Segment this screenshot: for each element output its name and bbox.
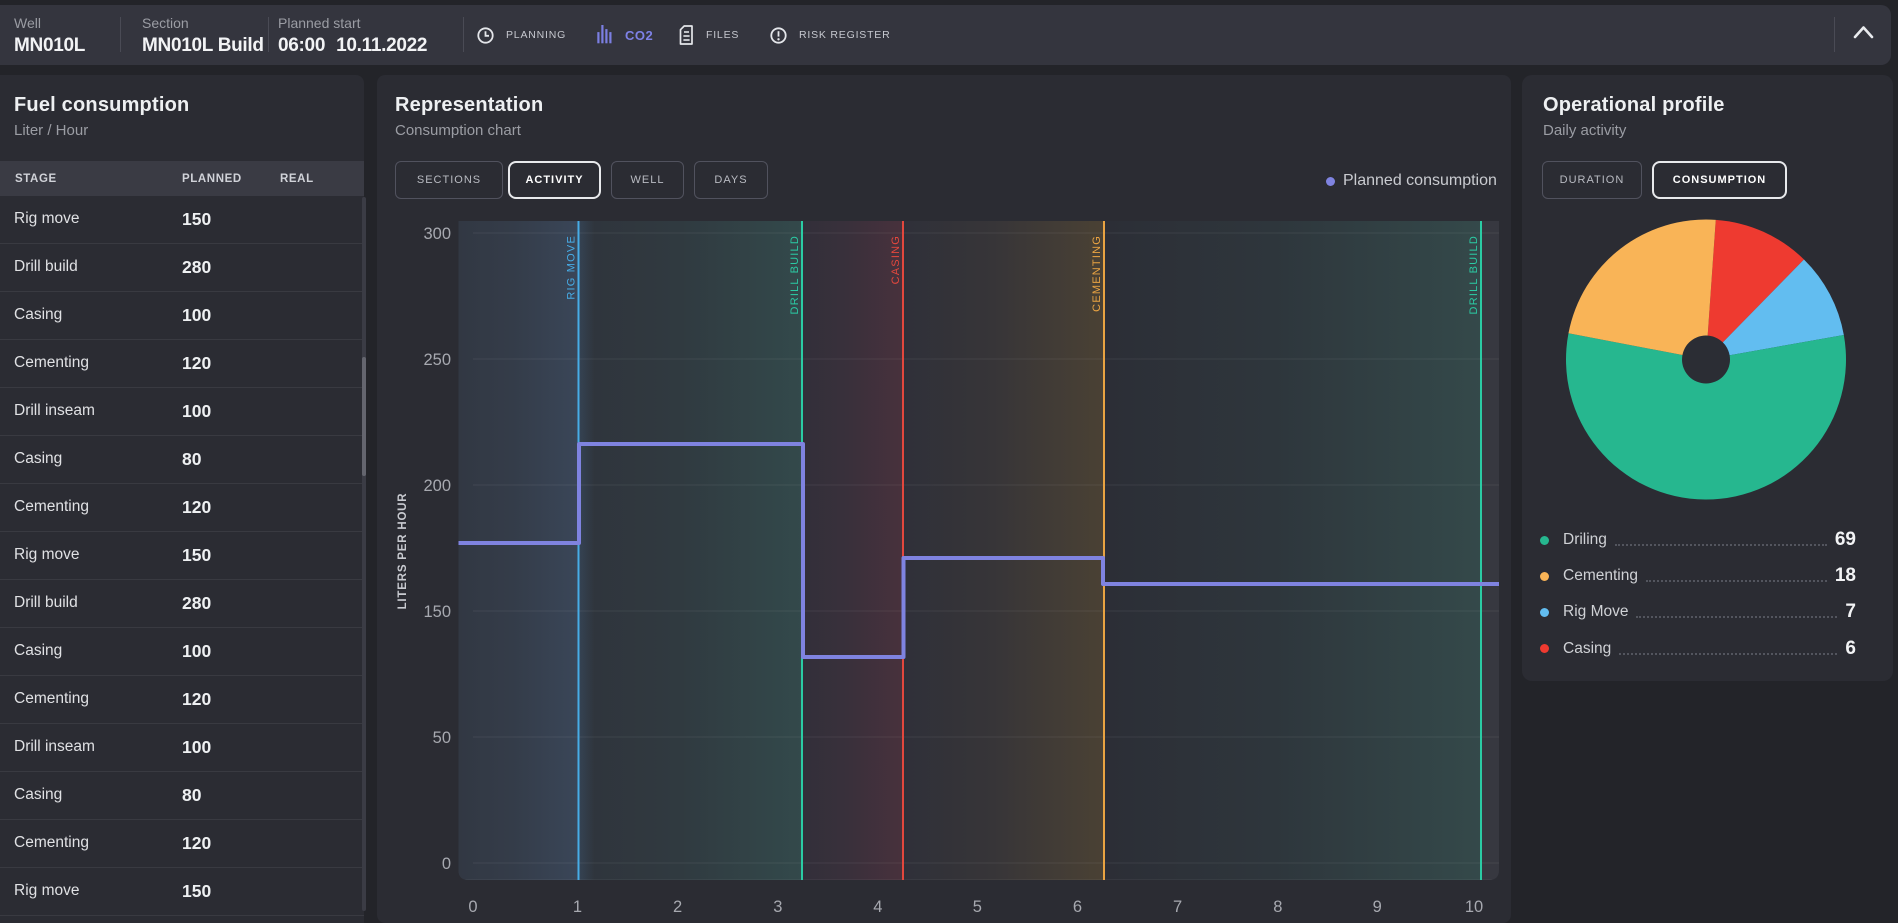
svg-text:9: 9 (1373, 898, 1382, 916)
svg-text:300: 300 (423, 225, 451, 243)
svg-text:5: 5 (973, 898, 982, 916)
svg-text:LITERS PER HOUR: LITERS PER HOUR (397, 493, 409, 610)
svg-text:CEMENTING: CEMENTING (1091, 235, 1103, 312)
svg-text:50: 50 (433, 729, 451, 747)
svg-text:10: 10 (1465, 898, 1483, 916)
svg-text:150: 150 (423, 603, 451, 621)
svg-text:4: 4 (873, 898, 882, 916)
svg-text:0: 0 (442, 855, 451, 873)
svg-text:CASING: CASING (890, 235, 902, 284)
svg-text:DRILL BUILD: DRILL BUILD (789, 235, 801, 314)
svg-text:RIG MOVE: RIG MOVE (566, 235, 578, 300)
svg-text:2: 2 (673, 898, 682, 916)
svg-text:8: 8 (1273, 898, 1282, 916)
svg-text:1: 1 (573, 898, 582, 916)
svg-text:6: 6 (1073, 898, 1082, 916)
svg-text:DRILL BUILD: DRILL BUILD (1468, 235, 1480, 314)
svg-text:3: 3 (773, 898, 782, 916)
svg-text:7: 7 (1173, 898, 1182, 916)
svg-text:200: 200 (423, 477, 451, 495)
svg-text:0: 0 (468, 898, 477, 916)
svg-text:250: 250 (423, 351, 451, 369)
